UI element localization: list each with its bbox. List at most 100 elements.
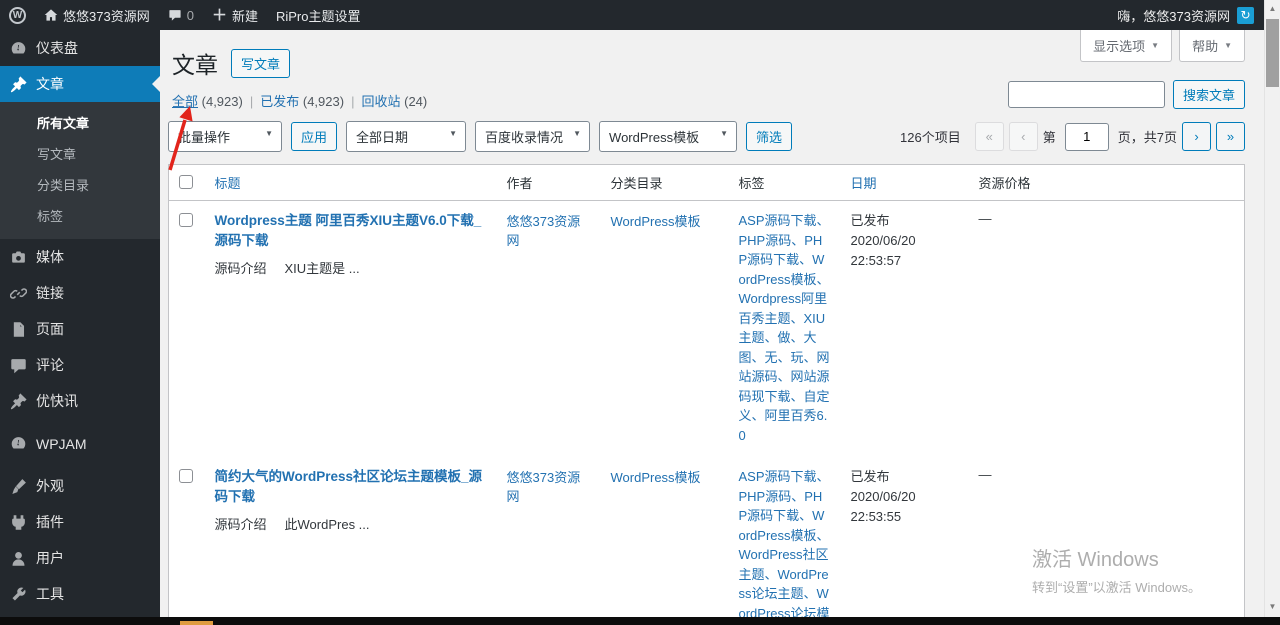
column-header-date[interactable]: 日期 — [840, 164, 969, 201]
sidebar-item-label: 插件 — [36, 514, 64, 530]
chevron-down-icon: ▼ — [265, 129, 273, 138]
scrollbar-thumb[interactable] — [1266, 19, 1279, 87]
posts-table: 标题 作者 分类目录 标签 日期 资源价格 Wordpress主题 阿里百秀XI… — [168, 164, 1245, 625]
sidebar-item-youkuaixun[interactable]: 优快讯 — [0, 383, 160, 419]
sidebar-item-plugins[interactable]: 插件 — [0, 504, 160, 540]
sidebar-item-label: 链接 — [36, 285, 64, 301]
submenu-add-post[interactable]: 写文章 — [0, 138, 160, 169]
sidebar-item-posts[interactable]: 文章 — [0, 66, 160, 102]
post-date: 2020/06/20 — [850, 233, 916, 249]
filter-button[interactable]: 筛选 — [746, 122, 793, 151]
table-row: 简约大气的WordPress社区论坛主题模板_源码下载 源码介绍 此WordPre… — [169, 457, 1245, 625]
sidebar-item-pages[interactable]: 页面 — [0, 311, 160, 347]
table-row: Wordpress主题 阿里百秀XIU主题V6.0下载_源码下载 源码介绍 XIU… — [169, 201, 1245, 458]
browser-scrollbar[interactable]: ▲ ▼ — [1264, 0, 1280, 625]
sidebar-item-appearance[interactable]: 外观 — [0, 468, 160, 504]
new-content-menu[interactable]: ＋ 新建 — [203, 0, 267, 30]
screen-meta: 显示选项 ▼ 帮助 ▼ — [1080, 30, 1245, 62]
column-header-title[interactable]: 标题 — [204, 164, 497, 201]
sidebar-item-label: 页面 — [36, 321, 64, 337]
search-area: 搜索文章 — [1007, 80, 1245, 109]
sidebar-item-links[interactable]: 链接 — [0, 275, 160, 311]
author-link[interactable]: 悠悠373资源网 — [507, 470, 581, 504]
filters-bar: 批量操作 ▼ 应用 全部日期 ▼ 百度收录情况 ▼ WordPress模板 ▼ … — [168, 121, 793, 152]
new-label: 新建 — [231, 8, 258, 24]
sidebar-item-comments[interactable]: 评论 — [0, 347, 160, 383]
wp-logo-menu[interactable]: W — [0, 0, 35, 30]
tags-links[interactable]: ASP源码下载、PHP源码、PHP源码下载、WordPress模板、Wordpr… — [739, 213, 830, 443]
column-header-category: 分类目录 — [600, 164, 729, 201]
row-checkbox[interactable] — [179, 469, 193, 483]
user-icon — [12, 551, 25, 566]
scroll-up-icon[interactable]: ▲ — [1265, 4, 1280, 13]
post-excerpt: 源码介绍 此WordPres ... — [214, 517, 370, 533]
brush-icon — [12, 478, 26, 494]
tags-links[interactable]: ASP源码下载、PHP源码、PHP源码下载、WordPress模板、WordPr… — [739, 469, 830, 625]
page-title: 文章 — [172, 52, 218, 78]
home-icon — [44, 9, 58, 21]
submenu-all-posts[interactable]: 所有文章 — [0, 107, 160, 138]
chevron-down-icon: ▼ — [1151, 41, 1160, 50]
post-title-link[interactable]: Wordpress主题 阿里百秀XIU主题V6.0下载_源码下载 — [215, 211, 487, 250]
prev-page-button[interactable]: ‹ — [1008, 122, 1038, 151]
apply-button[interactable]: 应用 — [291, 122, 338, 151]
last-page-button[interactable]: » — [1216, 122, 1245, 151]
plug-icon — [12, 514, 25, 530]
site-name-menu[interactable]: 悠悠373资源网 — [35, 0, 159, 30]
table-nav: 批量操作 ▼ 应用 全部日期 ▼ 百度收录情况 ▼ WordPress模板 ▼ … — [168, 121, 1245, 152]
view-published-count: (4,923) — [302, 94, 345, 109]
scroll-down-icon[interactable]: ▼ — [1265, 602, 1280, 611]
gauge-icon — [11, 437, 26, 449]
first-page-button[interactable]: « — [974, 122, 1004, 151]
taskbar-accent — [180, 621, 213, 625]
ripro-label: RiPro主题设置 — [275, 8, 361, 24]
my-account-menu[interactable]: 嗨，悠悠373资源网 ↻ — [1117, 6, 1264, 25]
search-posts-button[interactable]: 搜索文章 — [1172, 80, 1245, 109]
submenu-tags[interactable]: 标签 — [0, 200, 160, 231]
view-all-link[interactable]: 全部 — [172, 94, 198, 109]
baidu-index-select[interactable]: 百度收录情况 ▼ — [475, 121, 591, 152]
view-trash-link[interactable]: 回收站 — [361, 94, 400, 109]
sidebar-item-wpjam[interactable]: WPJAM — [0, 427, 160, 460]
page-icon — [13, 321, 25, 337]
bulk-actions-select[interactable]: 批量操作 ▼ — [168, 121, 282, 152]
submenu-categories[interactable]: 分类目录 — [0, 169, 160, 200]
sidebar-item-dashboard[interactable]: 仪表盘 — [0, 30, 160, 66]
author-link[interactable]: 悠悠373资源网 — [507, 214, 581, 248]
category-link[interactable]: WordPress模板 — [611, 214, 701, 229]
main-content: 显示选项 ▼ 帮助 ▼ 文章 写文章 搜索文章 全部 (4,923) | 已发布 (… — [160, 30, 1264, 625]
table-header-row: 标题 作者 分类目录 标签 日期 资源价格 — [168, 164, 1245, 201]
sidebar-item-label: 仪表盘 — [36, 40, 78, 56]
search-input[interactable] — [1007, 81, 1165, 108]
howdy-text: 嗨，悠悠373资源网 — [1117, 8, 1230, 24]
avatar: ↻ — [1237, 6, 1254, 24]
sidebar-item-tools[interactable]: 工具 — [0, 576, 160, 612]
screen-options-label: 显示选项 — [1093, 39, 1146, 54]
view-published-link[interactable]: 已发布 — [260, 94, 299, 109]
sidebar-item-label: 工具 — [36, 586, 64, 602]
dates-filter-select[interactable]: 全部日期 ▼ — [346, 121, 467, 152]
posts-submenu: 所有文章 写文章 分类目录 标签 — [0, 102, 160, 239]
camera-icon — [12, 251, 25, 263]
chevron-down-icon: ▼ — [449, 129, 458, 138]
ripro-theme-settings-menu[interactable]: RiPro主题设置 — [267, 0, 370, 30]
add-new-post-button[interactable]: 写文章 — [231, 48, 291, 78]
help-label: 帮助 — [1192, 39, 1219, 54]
help-button[interactable]: 帮助 ▼ — [1179, 30, 1245, 62]
column-header-tags: 标签 — [728, 164, 841, 201]
category-link[interactable]: WordPress模板 — [611, 470, 701, 485]
select-all-checkbox[interactable] — [179, 175, 193, 189]
sidebar-item-users[interactable]: 用户 — [0, 540, 160, 576]
comment-icon — [11, 358, 26, 373]
sidebar-item-media[interactable]: 媒体 — [0, 239, 160, 275]
row-checkbox[interactable] — [179, 213, 193, 227]
post-title-link[interactable]: 简约大气的WordPress社区论坛主题模板_源码下载 — [215, 467, 487, 506]
page-prefix: 第 — [1042, 130, 1056, 145]
comments-menu[interactable]: 0 — [159, 0, 203, 30]
next-page-button[interactable]: › — [1182, 122, 1211, 151]
chevron-down-icon: ▼ — [720, 129, 729, 138]
screen-options-button[interactable]: 显示选项 ▼ — [1080, 30, 1173, 62]
current-page-input[interactable] — [1064, 122, 1109, 151]
column-header-price: 资源价格 — [968, 164, 1245, 201]
category-filter-select[interactable]: WordPress模板 ▼ — [599, 121, 738, 152]
